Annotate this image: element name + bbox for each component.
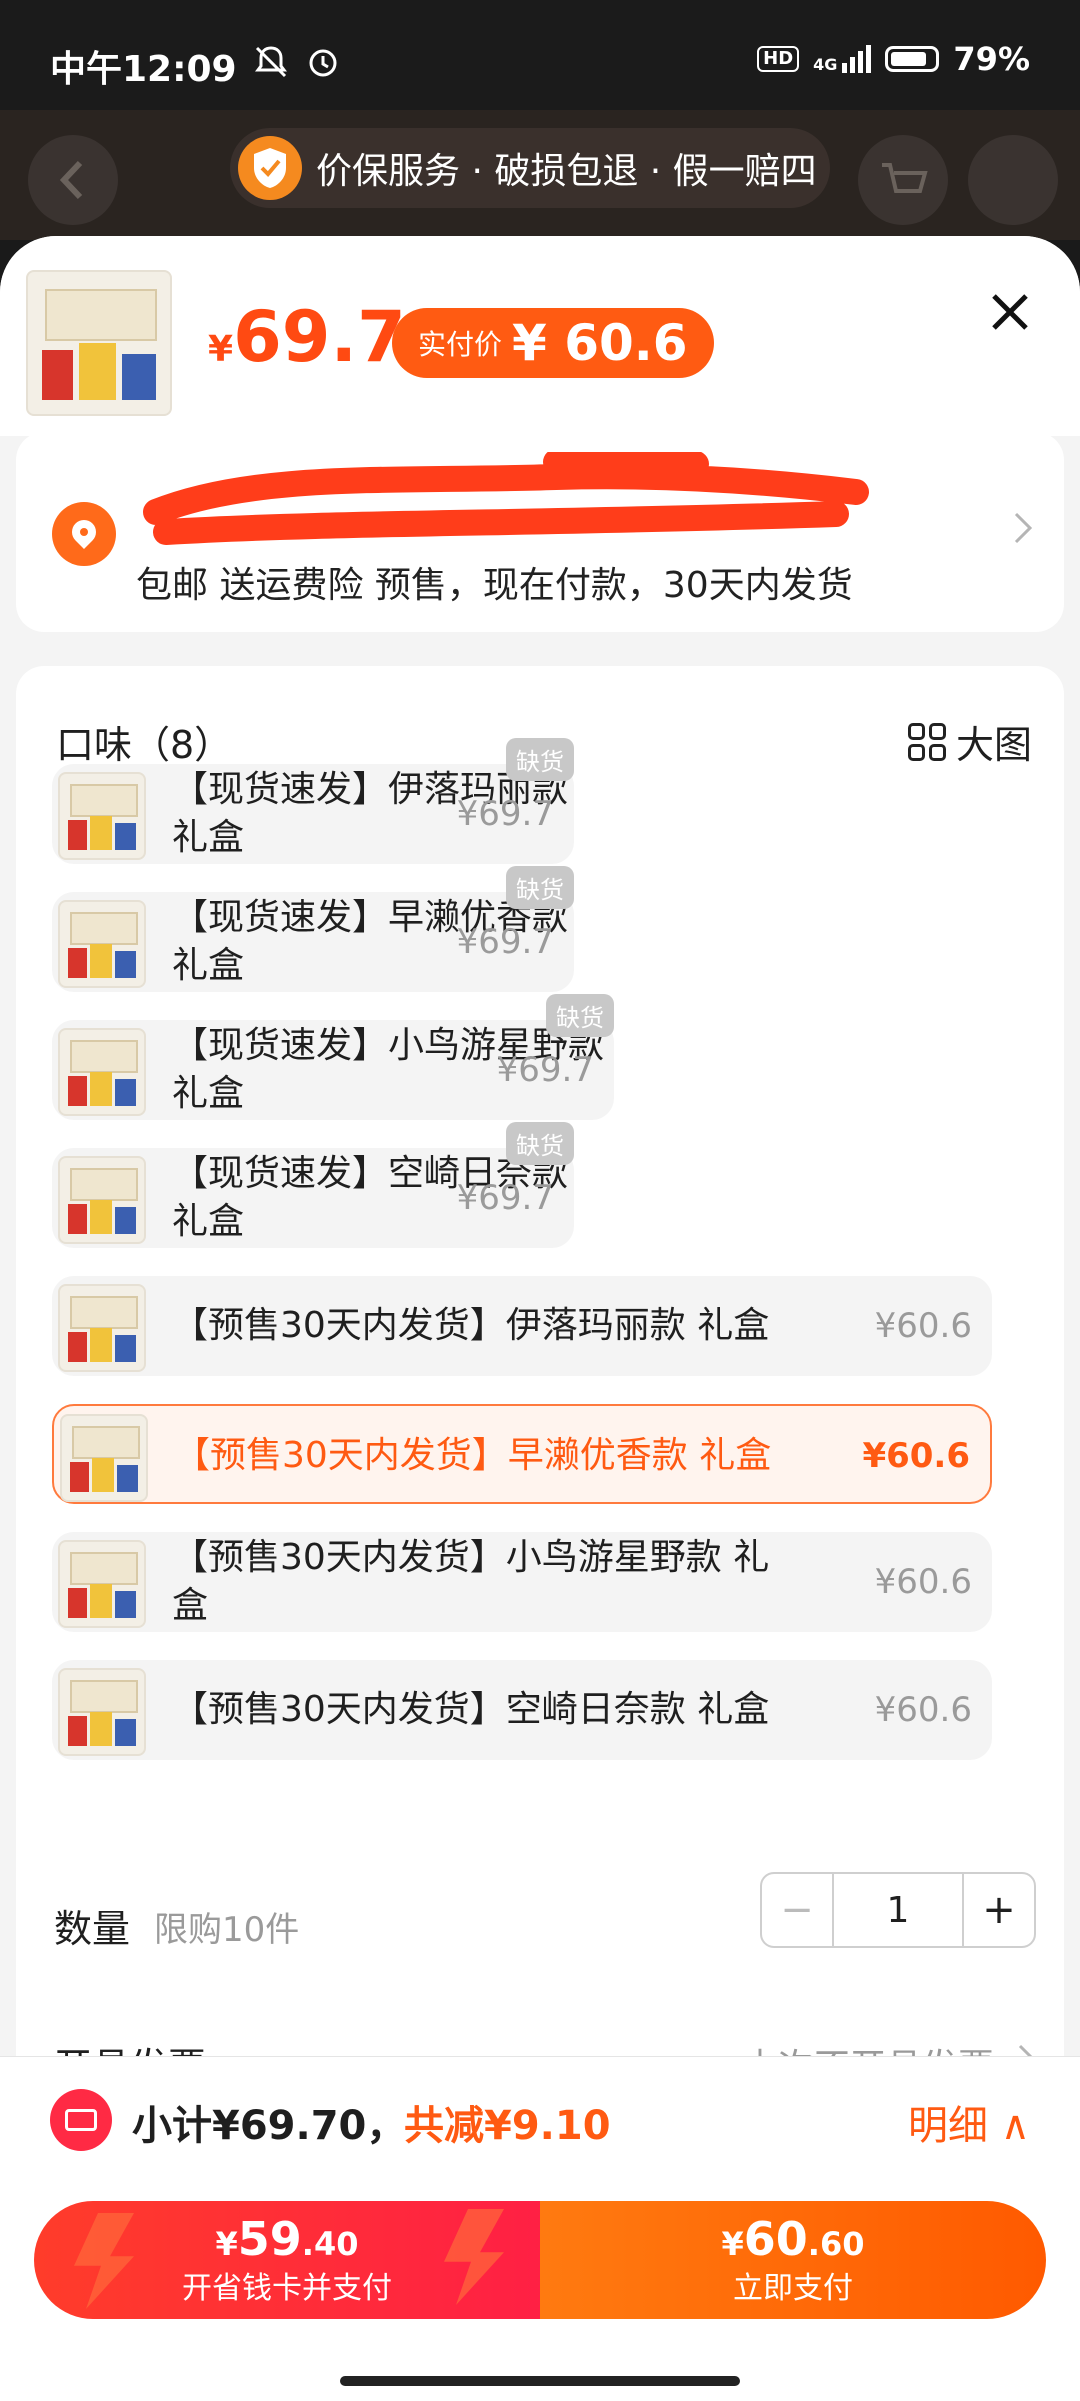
option-price: ¥60.6 [862,1436,970,1476]
option-thumbnail [58,1540,146,1628]
option-name: 【预售30天内发货】伊落玛丽款 礼盒 [172,1305,770,1346]
hd-indicator: HD [757,46,800,72]
option-chip-selected[interactable]: 【预售30天内发货】早濑优香款 礼盒 ¥60.6 [52,1404,992,1504]
quantity-label: 数量 [54,1907,131,1951]
status-bar: 中午12:09 HD 4G 79% [0,0,1080,110]
close-button[interactable] [980,286,1040,346]
flavor-options-card: 口味（8） 大图 【现货速发】伊落玛丽款 礼盒 ¥69.7 缺货 【现货速发】早… [16,666,1064,2126]
option-price: ¥60.6 [874,1562,972,1602]
out-of-stock-badge: 缺货 [506,1122,574,1165]
purchase-limit: 限购10件 [154,1910,300,1950]
guarantee-text: 价保服务 · 破损包退 · 假一赔四 [316,151,817,192]
increase-button[interactable]: + [962,1874,1034,1946]
coupon-icon [50,2089,112,2151]
option-chip[interactable]: 【现货速发】空崎日奈款 礼盒 ¥69.7 缺货 [52,1122,574,1248]
out-of-stock-badge: 缺货 [506,738,574,781]
price-detail-toggle[interactable]: 明细 ∧ [908,2093,1030,2151]
savings-pay-price: ¥59.40 [215,2211,359,2266]
big-view-toggle[interactable]: 大图 [907,714,1032,769]
subtotal: 小计¥69.70， [132,2103,407,2149]
option-thumbnail [58,1668,146,1756]
network-type: 4G [813,55,838,74]
total-discount: 共减¥9.10 [404,2103,611,2149]
back-button[interactable] [28,135,118,225]
sheet-header: ¥69.7 实付价 ¥ 60.6 [0,236,1080,436]
payment-buttons: ¥59.40 开省钱卡并支付 ¥60.60 立即支付 [34,2201,1046,2319]
chevron-right-icon [1012,508,1034,558]
option-price: ¥60.6 [874,1306,972,1346]
option-thumbnail [58,1028,146,1116]
paid-price-badge: 实付价 ¥ 60.6 [392,308,714,378]
more-icon[interactable] [968,135,1058,225]
option-chip[interactable]: 【预售30天内发货】空崎日奈款 礼盒 ¥60.6 [52,1660,992,1760]
alarm-icon [305,44,341,89]
lightning-icon [74,2213,134,2309]
signal-icon: 4G [813,45,872,74]
option-chip[interactable]: 【现货速发】小鸟游星野款 礼盒 ¥69.7 缺货 [52,994,614,1120]
option-thumbnail [58,900,146,988]
home-indicator[interactable] [340,2376,740,2386]
option-thumbnail [58,772,146,860]
savings-card-pay-button[interactable]: ¥59.40 开省钱卡并支付 [34,2201,540,2319]
big-view-label: 大图 [955,723,1032,767]
product-thumbnail[interactable] [26,270,172,416]
shipping-info: 包邮 送运费险 预售，现在付款，30天内发货 [136,565,853,606]
paid-price-label: 实付价 [418,328,503,361]
option-thumbnail [58,1156,146,1244]
cart-icon[interactable] [858,135,948,225]
address-card[interactable]: 包邮 送运费险 预售，现在付款，30天内发货 [16,432,1064,632]
clock: 中午12:09 [50,49,237,90]
lightning-icon [444,2209,504,2305]
quantity-stepper: − 1 + [760,1872,1036,1948]
option-thumbnail [58,1284,146,1372]
guarantee-banner: 价保服务 · 破损包退 · 假一赔四 [230,128,830,208]
option-name: 【预售30天内发货】空崎日奈款 礼盒 [172,1689,770,1730]
option-price: ¥60.6 [874,1690,972,1730]
pay-now-button[interactable]: ¥60.60 立即支付 [540,2201,1046,2319]
checkout-bar: 小计¥69.70， 共减¥9.10 明细 ∧ ¥59.40 开省钱卡并支付 ¥6… [0,2056,1080,2401]
redacted-address-scribble [143,452,869,545]
product-price: ¥69.7 [208,296,406,378]
location-pin-icon [52,502,116,566]
pay-now-price: ¥60.60 [721,2211,865,2266]
mute-bell-icon [253,44,289,89]
savings-pay-label: 开省钱卡并支付 [182,2270,392,2306]
options-title: 口味（8） [56,723,233,767]
battery-icon [885,46,940,72]
option-chip[interactable]: 【预售30天内发货】小鸟游星野款 礼盒 ¥60.6 [52,1532,992,1632]
option-name: 【预售30天内发货】早濑优香款 礼盒 [174,1435,772,1476]
option-chip[interactable]: 【预售30天内发货】伊落玛丽款 礼盒 ¥60.6 [52,1276,992,1376]
grid-view-icon [907,722,946,761]
option-chip[interactable]: 【现货速发】早濑优香款 礼盒 ¥69.7 缺货 [52,866,574,992]
option-thumbnail [60,1414,148,1502]
option-name: 【预售30天内发货】小鸟游星野款 礼盒 [172,1537,770,1626]
out-of-stock-badge: 缺货 [506,866,574,909]
option-chip[interactable]: 【现货速发】伊落玛丽款 礼盒 ¥69.7 缺货 [52,738,574,864]
battery-percent: 79% [953,40,1030,78]
out-of-stock-badge: 缺货 [546,994,614,1037]
pay-now-label: 立即支付 [733,2270,853,2306]
quantity-value[interactable]: 1 [834,1874,962,1946]
decrease-button[interactable]: − [762,1874,834,1946]
shield-check-icon [238,136,302,200]
paid-price-value: ¥ 60.6 [512,314,688,372]
